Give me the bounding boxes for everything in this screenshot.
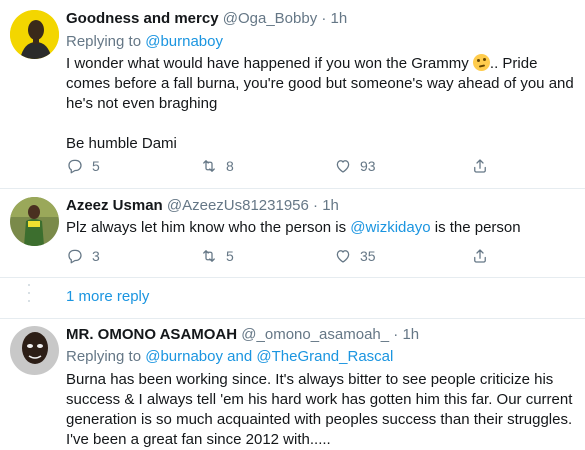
timestamp[interactable]: 1h xyxy=(322,197,339,214)
like-button[interactable]: 93 xyxy=(334,157,376,175)
text-line: .. Pride xyxy=(489,55,538,72)
like-button[interactable]: 35 xyxy=(334,247,376,265)
reply-button[interactable]: 5 xyxy=(66,157,100,175)
tweet-text: Burna has been working since. It's alway… xyxy=(66,370,581,450)
text-line: I wonder what would have happened if you… xyxy=(66,55,469,72)
author-name[interactable]: Goodness and mercy xyxy=(66,10,219,27)
author-name[interactable]: Azeez Usman xyxy=(66,197,163,214)
thread-dot xyxy=(28,284,30,286)
mention-link[interactable]: @burnaboy xyxy=(145,348,223,365)
heart-icon xyxy=(336,250,350,263)
text-line: generation is so much acquainted with pe… xyxy=(66,411,573,428)
share-button[interactable] xyxy=(471,157,489,175)
tweet-header: Azeez Usman @AzeezUs81231956 · 1h xyxy=(66,197,339,214)
retweet-button[interactable]: 5 xyxy=(200,247,234,265)
replying-label: Replying to xyxy=(66,33,142,50)
share-icon xyxy=(474,249,486,263)
tweet-text: I wonder what would have happened if you… xyxy=(66,54,581,154)
share-icon xyxy=(474,159,486,173)
author-handle[interactable]: @Oga_Bobby xyxy=(223,10,317,27)
text-line: success & I always tell 'em his hard wor… xyxy=(66,391,573,408)
mention-link[interactable]: @TheGrand_Rascal xyxy=(256,348,393,365)
text-line: Burna has been working since. It's alway… xyxy=(66,371,554,388)
tweet-header: MR. OMONO ASAMOAH @_omono_asamoah_ · 1h xyxy=(66,326,419,343)
retweet-count: 5 xyxy=(226,248,234,264)
tweet-text: Plz always let him know who the person i… xyxy=(66,218,581,238)
tweet-omono-asamoah: MR. OMONO ASAMOAH @_omono_asamoah_ · 1h … xyxy=(0,318,585,450)
thread-dot xyxy=(28,300,30,302)
replying-to: Replying to @burnaboy and @TheGrand_Rasc… xyxy=(66,348,393,365)
avatar[interactable] xyxy=(10,197,59,246)
avatar[interactable] xyxy=(10,10,59,59)
tweet-actions: 5 8 93 xyxy=(66,157,566,177)
separator-dot: · xyxy=(321,10,327,27)
retweet-count: 8 xyxy=(226,158,234,174)
author-name[interactable]: MR. OMONO ASAMOAH xyxy=(66,326,237,343)
mention-link[interactable]: @burnaboy xyxy=(145,33,223,50)
mention-link[interactable]: @wizkidayo xyxy=(350,219,430,236)
reply-count: 3 xyxy=(92,248,100,264)
text-segment: is the person xyxy=(430,219,521,236)
separator-dot: · xyxy=(313,197,319,214)
text-line: comes before a fall burna, you're good b… xyxy=(66,75,574,92)
tweet-azeez-usman: Azeez Usman @AzeezUs81231956 · 1h Plz al… xyxy=(0,189,585,277)
more-replies-link[interactable]: 1 more reply xyxy=(66,288,149,305)
mention-conjunction[interactable]: and xyxy=(227,348,252,365)
show-more-replies[interactable]: 1 more reply xyxy=(0,277,585,319)
thread-dot xyxy=(28,292,30,294)
tweet-goodness-and-mercy: Goodness and mercy @Oga_Bobby · 1h Reply… xyxy=(0,0,585,190)
text-line: I've been a great fan since 2012 with...… xyxy=(66,431,331,448)
thinking-face-emoji xyxy=(472,54,490,71)
like-count: 35 xyxy=(360,248,376,264)
separator-dot: · xyxy=(393,326,399,343)
reply-count: 5 xyxy=(92,158,100,174)
text-segment: Plz always let him know who the person i… xyxy=(66,219,351,236)
heart-icon xyxy=(336,160,350,173)
text-line: he's not even braghing xyxy=(66,95,218,112)
like-count: 93 xyxy=(360,158,376,174)
author-handle[interactable]: @AzeezUs81231956 xyxy=(167,197,309,214)
avatar[interactable] xyxy=(10,326,59,375)
retweet-icon xyxy=(203,160,215,172)
tweet-actions: 3 5 35 xyxy=(66,247,566,267)
replying-label: Replying to xyxy=(66,348,142,365)
text-line: Be humble Dami xyxy=(66,135,177,152)
reply-icon xyxy=(68,159,82,174)
replying-to: Replying to @burnaboy xyxy=(66,33,223,50)
reply-button[interactable]: 3 xyxy=(66,247,100,265)
tweet-header: Goodness and mercy @Oga_Bobby · 1h xyxy=(66,10,347,27)
timestamp[interactable]: 1h xyxy=(331,10,348,27)
share-button[interactable] xyxy=(471,247,489,265)
retweet-button[interactable]: 8 xyxy=(200,157,234,175)
retweet-icon xyxy=(203,250,215,262)
reply-icon xyxy=(68,249,82,264)
author-handle[interactable]: @_omono_asamoah_ xyxy=(241,326,389,343)
timestamp[interactable]: 1h xyxy=(402,326,419,343)
